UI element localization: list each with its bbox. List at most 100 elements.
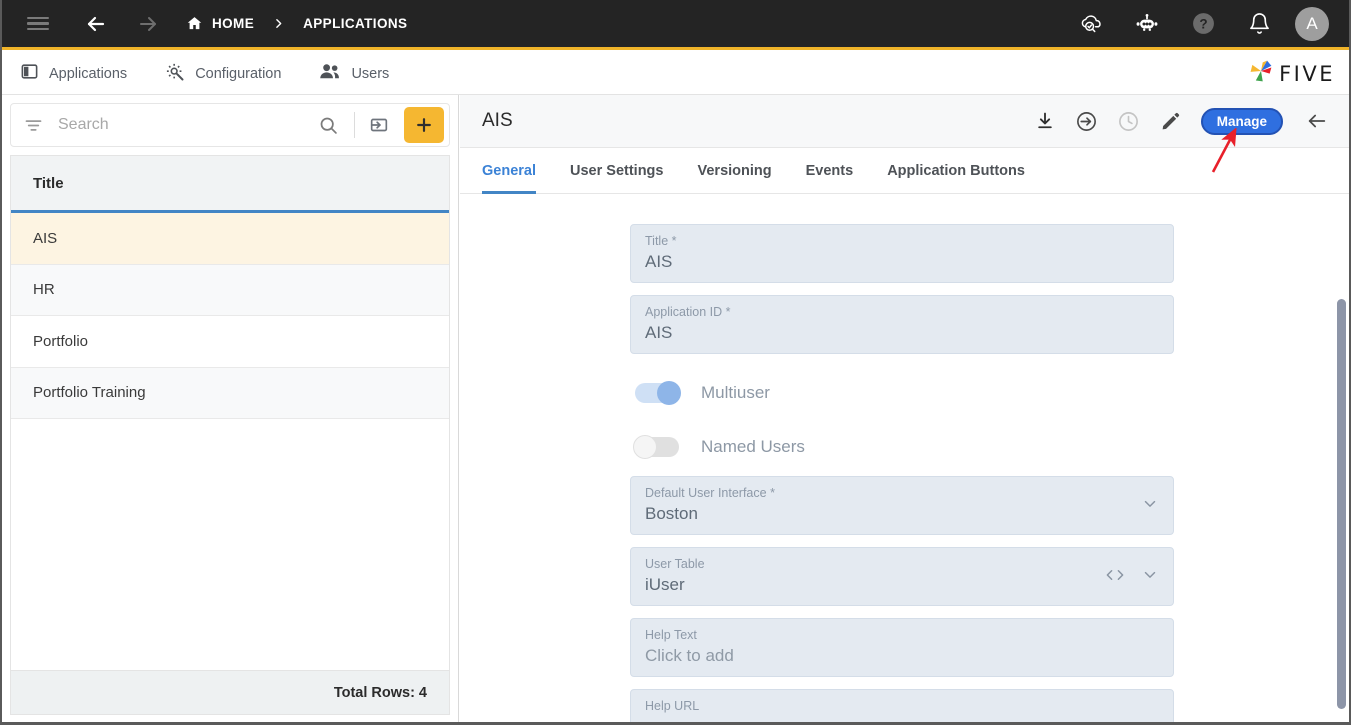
field-application-id[interactable]: Application ID * AIS [630,295,1174,354]
multiuser-toggle[interactable] [635,381,681,405]
hamburger-icon[interactable] [18,4,58,44]
breadcrumb: HOME APPLICATIONS [186,15,407,32]
forward-arrow-icon[interactable] [128,4,168,44]
code-brackets-icon[interactable] [1104,567,1126,587]
back-arrow-icon[interactable] [76,4,116,44]
search-toolbar [10,103,450,147]
avatar[interactable]: A [1295,6,1329,41]
add-application-button[interactable] [404,107,444,143]
field-title[interactable]: Title * AIS [630,224,1174,283]
grid-footer: Total Rows: 4 [10,670,450,715]
field-help-text[interactable]: Help Text Click to add [630,618,1174,677]
help-icon[interactable]: ? [1183,4,1223,44]
tab-events[interactable]: Events [806,148,854,193]
named-users-toggle[interactable] [633,435,679,459]
field-label: Help URL [645,699,700,713]
nav-item-applications[interactable]: Applications [20,62,127,85]
top-navigation-bar: HOME APPLICATIONS ? A [2,0,1349,50]
application-detail-panel: AIS Manage General User Settings Version… [460,95,1349,722]
five-logo: FIVE [1248,58,1349,89]
field-help-url[interactable]: Help URL [630,689,1174,722]
required-marker: * [722,305,731,319]
total-rows-label: Total Rows: 4 [333,684,427,701]
nav-item-configuration[interactable]: Configuration [165,62,281,86]
toggle-label: Named Users [701,437,805,456]
manage-button[interactable]: Manage [1200,107,1283,135]
application-window: HOME APPLICATIONS ? A Applications Confi… [0,0,1351,725]
search-input[interactable] [58,116,310,134]
import-icon[interactable] [363,114,395,136]
required-marker: * [668,234,677,248]
grid-cell-title: HR [33,281,55,299]
table-row[interactable]: HR [11,264,449,316]
panel-icon [20,62,39,85]
grid-header-row: Title [11,156,449,213]
detail-tabs: General User Settings Versioning Events … [460,148,1349,194]
applications-grid: Title AIS HR Portfolio Portfolio Trainin… [10,155,450,672]
tab-label: Application Buttons [887,162,1025,179]
breadcrumb-current-label: APPLICATIONS [303,16,408,31]
field-value: Boston [645,504,698,523]
field-named-users[interactable]: Named Users [630,420,1174,474]
bell-icon[interactable] [1239,4,1279,44]
nav-item-users[interactable]: Users [319,62,389,85]
home-icon[interactable] [186,15,203,32]
tab-label: Events [805,162,854,179]
filter-icon[interactable] [23,115,44,136]
edit-pencil-icon[interactable] [1153,103,1189,139]
nav-item-label: Users [351,65,390,82]
gear-wrench-icon [165,62,185,86]
field-label: Application ID * [645,305,731,319]
history-clock-icon[interactable] [1111,103,1147,139]
detail-actions: Manage [1027,103,1349,139]
grid-cell-title: Portfolio [33,332,89,350]
nav-item-label: Applications [49,65,128,82]
cloud-check-icon[interactable] [1071,4,1111,44]
page-title: AIS [482,110,513,131]
field-label: Default User Interface * [645,486,775,500]
tab-user-settings[interactable]: User Settings [570,148,663,193]
module-navigation-bar: Applications Configuration Users FIVE [2,53,1349,95]
field-value: AIS [645,323,673,342]
users-icon [319,62,341,85]
panel-back-icon[interactable] [1299,103,1335,139]
field-label: Help Text [645,628,697,642]
search-icon[interactable] [310,115,346,136]
chevron-down-icon[interactable] [1141,565,1159,588]
breadcrumb-home-label[interactable]: HOME [212,16,254,31]
field-value: AIS [645,252,673,271]
tab-application-buttons[interactable]: Application Buttons [887,148,1025,193]
tab-versioning[interactable]: Versioning [697,148,771,193]
table-row[interactable]: Portfolio [11,316,449,368]
download-icon[interactable] [1027,103,1063,139]
table-row[interactable]: Portfolio Training [11,367,449,419]
table-row[interactable]: AIS [11,213,449,265]
form-scrollbar-thumb[interactable] [1337,299,1346,709]
nav-item-label: Configuration [195,65,282,82]
tab-general[interactable]: General [482,148,536,194]
toggle-knob [633,435,657,459]
top-bar-actions: ? A [1071,4,1349,44]
field-multiuser[interactable]: Multiuser [630,366,1174,420]
field-default-user-interface[interactable]: Default User Interface * Boston [630,476,1174,535]
toggle-label: Multiuser [701,383,770,402]
toolbar-divider [354,112,355,138]
field-value: Click to add [645,646,734,665]
breadcrumb-separator-icon [272,17,285,30]
field-user-table[interactable]: User Table iUser [630,547,1174,606]
applications-list-panel: Title AIS HR Portfolio Portfolio Trainin… [2,95,459,722]
robot-icon[interactable] [1127,4,1167,44]
grid-cell-title: AIS [33,229,58,247]
tab-label: General [482,162,536,179]
sign-in-icon[interactable] [1069,103,1105,139]
tab-label: User Settings [570,162,664,179]
grid-column-header-title[interactable]: Title [11,175,64,192]
general-form: Title * AIS Application ID * AIS Multius… [460,195,1349,722]
toggle-knob [657,381,681,405]
chevron-down-icon[interactable] [1141,494,1159,517]
required-marker: * [766,486,775,500]
five-logo-text: FIVE [1279,61,1335,86]
field-label: Title * [645,234,677,248]
grid-cell-title: Portfolio Training [33,384,146,402]
field-label: User Table [645,557,705,571]
